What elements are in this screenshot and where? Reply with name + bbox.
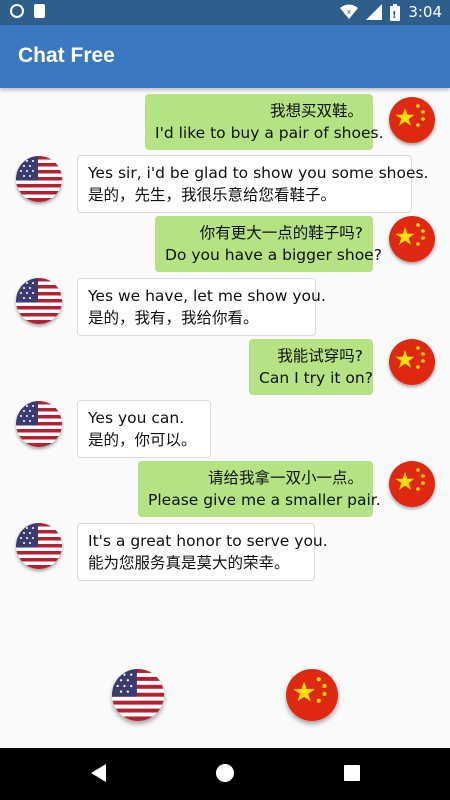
- message-row: Yes we have, let me show you. 是的，我有，我给你看…: [0, 277, 450, 336]
- message-text-line1: Yes sir, i'd be glad to show you some sh…: [88, 164, 429, 182]
- message-text-line1: Yes we have, let me show you.: [88, 287, 326, 305]
- usa-flag-icon[interactable]: [16, 523, 62, 569]
- message-text-line2: Please give me a smaller pair.: [148, 491, 381, 509]
- signal-icon: [366, 4, 383, 20]
- message-text-line1: 我能试穿吗?: [277, 347, 363, 365]
- message-bubble[interactable]: 请给我拿一双小一点。 Please give me a smaller pair…: [138, 461, 381, 517]
- message-text-line2: 是的，你可以。: [88, 431, 197, 449]
- navigation-bar: [0, 748, 450, 800]
- china-flag-icon[interactable]: [389, 97, 435, 143]
- message-row: It's a great honor to serve you. 能为您服务真是…: [0, 523, 450, 581]
- usa-flag-icon[interactable]: [16, 401, 62, 447]
- svg-text:!: !: [392, 10, 397, 21]
- bottom-controls: [0, 665, 450, 725]
- message-text-line1: It's a great honor to serve you.: [88, 532, 328, 550]
- back-button[interactable]: [88, 762, 110, 788]
- message-text-line1: 你有更大一点的鞋子吗?: [199, 224, 363, 242]
- china-flag-icon[interactable]: [389, 216, 435, 262]
- china-flag-button[interactable]: [286, 669, 338, 721]
- usa-flag-icon[interactable]: [16, 278, 62, 324]
- message-row: 我能试穿吗? Can I try it on?: [0, 339, 450, 395]
- recents-icon: [344, 765, 360, 781]
- home-button[interactable]: [214, 762, 236, 788]
- message-bubble[interactable]: Yes sir, i'd be glad to show you some sh…: [77, 155, 429, 213]
- message-row: 请给我拿一双小一点。 Please give me a smaller pair…: [0, 461, 450, 517]
- message-text-line2: 是的，我有，我给你看。: [88, 309, 259, 327]
- message-row: Yes you can. 是的，你可以。: [0, 400, 450, 458]
- china-flag-icon[interactable]: [389, 461, 435, 507]
- message-bubble[interactable]: 你有更大一点的鞋子吗? Do you have a bigger shoe?: [155, 216, 382, 272]
- notification-dot-icon: [10, 4, 24, 18]
- message-text-line2: Can I try it on?: [259, 369, 373, 387]
- usa-flag-icon: [112, 669, 164, 721]
- message-bubble[interactable]: Yes you can. 是的，你可以。: [77, 400, 211, 458]
- china-flag-icon: [286, 669, 338, 721]
- message-row: 我想买双鞋。 I'd like to buy a pair of shoes.: [0, 93, 450, 150]
- message-bubble[interactable]: 我想买双鞋。 I'd like to buy a pair of shoes.: [145, 94, 384, 150]
- battery-icon: !: [390, 3, 401, 21]
- svg-text:x: x: [347, 8, 351, 16]
- message-bubble[interactable]: It's a great honor to serve you. 能为您服务真是…: [77, 523, 328, 581]
- usa-flag-button[interactable]: [112, 669, 164, 721]
- message-row: 你有更大一点的鞋子吗? Do you have a bigger shoe?: [0, 216, 450, 272]
- usa-flag-icon[interactable]: [16, 156, 62, 202]
- back-icon: [91, 764, 106, 782]
- wifi-icon: x: [340, 4, 359, 20]
- message-text-line2: 是的，先生，我很乐意给您看鞋子。: [88, 186, 337, 204]
- message-text-line1: 请给我拿一双小一点。: [207, 469, 363, 487]
- china-flag-icon[interactable]: [389, 339, 435, 385]
- home-icon: [216, 764, 234, 782]
- message-bubble[interactable]: Yes we have, let me show you. 是的，我有，我给你看…: [77, 278, 326, 336]
- message-text-line2: Do you have a bigger shoe?: [165, 246, 382, 264]
- recents-button[interactable]: [341, 762, 363, 788]
- app-title: Chat Free: [18, 44, 115, 67]
- message-text-line2: 能为您服务真是莫大的荣幸。: [88, 554, 290, 572]
- message-row: Yes sir, i'd be glad to show you some sh…: [0, 154, 450, 213]
- app-bar: Chat Free: [0, 25, 450, 88]
- message-text-line2: I'd like to buy a pair of shoes.: [155, 124, 384, 142]
- message-bubble[interactable]: 我能试穿吗? Can I try it on?: [249, 339, 373, 395]
- chat-list[interactable]: 我想买双鞋。 I'd like to buy a pair of shoes. …: [0, 88, 450, 648]
- status-time: 3:04: [408, 3, 442, 21]
- status-bar: x ! 3:04: [0, 0, 450, 25]
- sim-card-icon: [34, 4, 45, 18]
- message-text-line1: 我想买双鞋。: [269, 102, 363, 120]
- message-text-line1: Yes you can.: [88, 409, 185, 427]
